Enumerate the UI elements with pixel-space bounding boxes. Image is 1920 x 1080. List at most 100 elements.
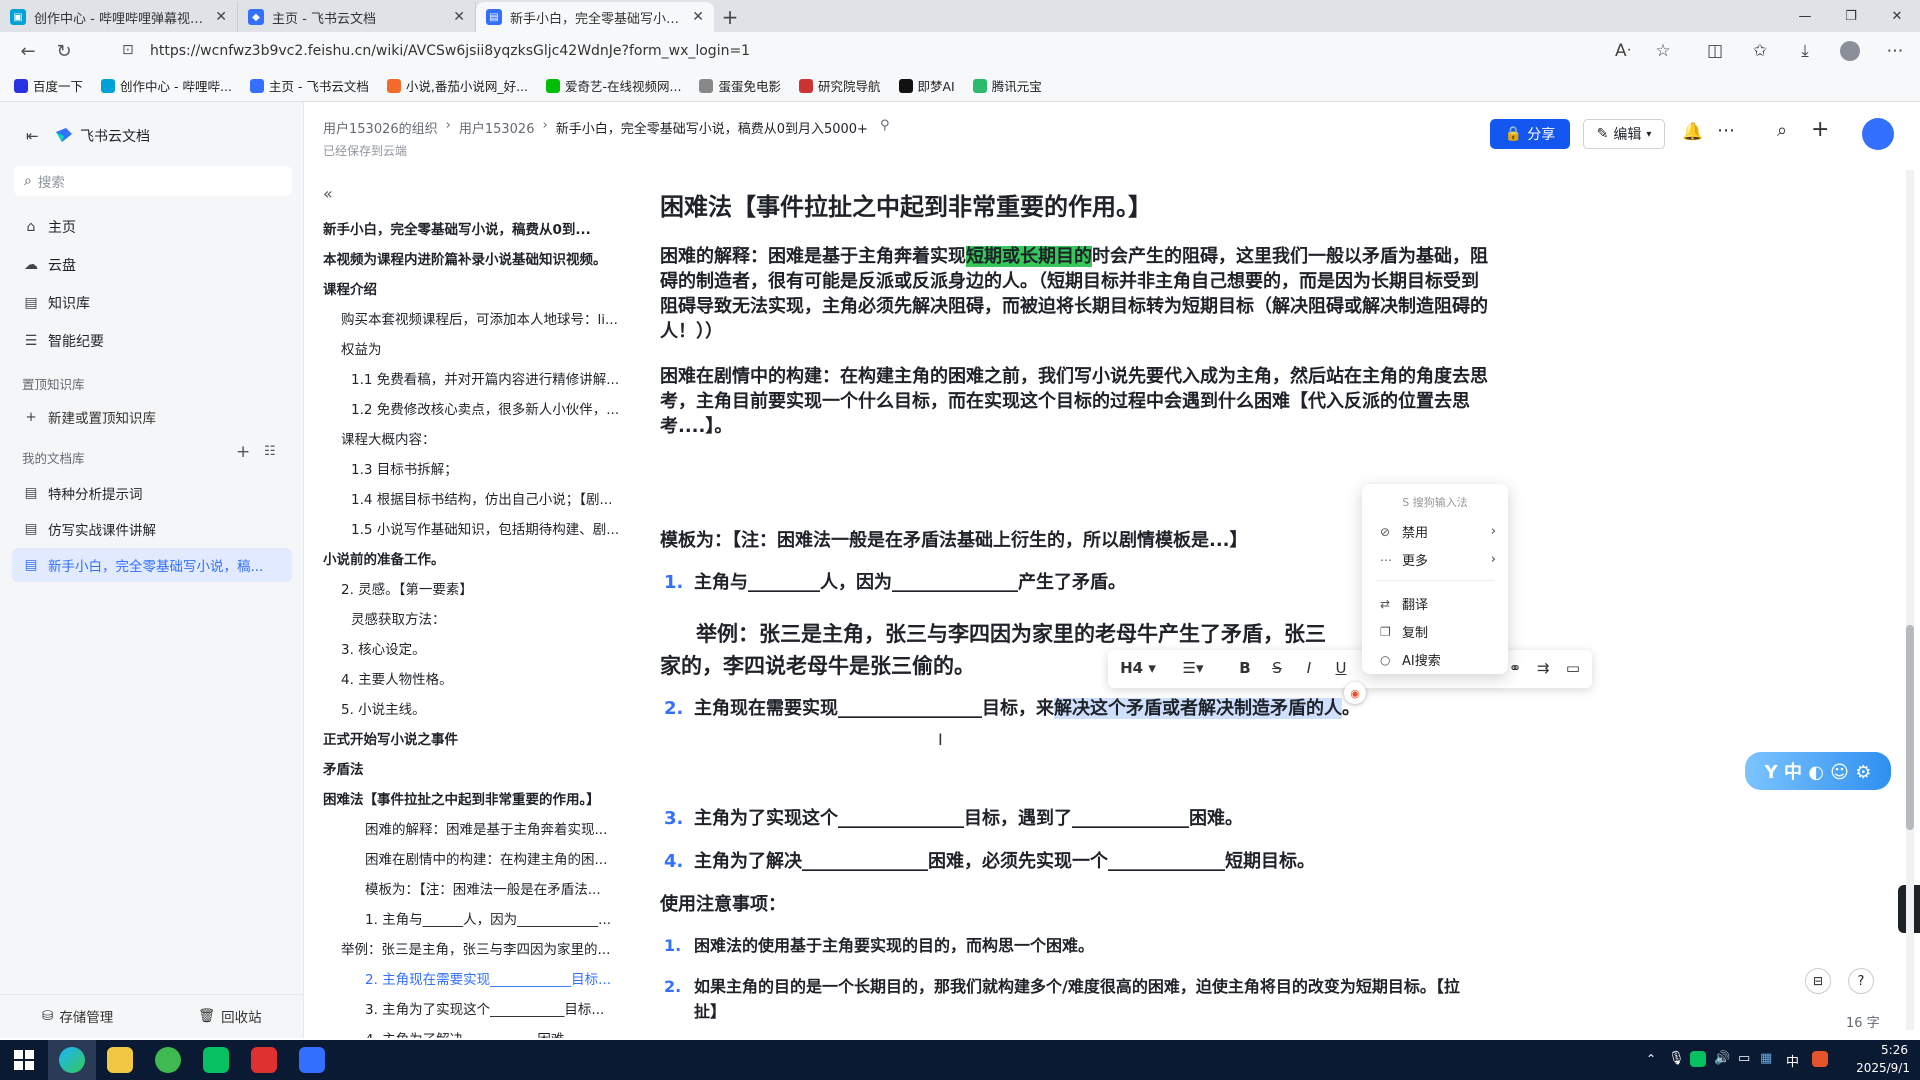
sidebar-item-drive[interactable]: ☁ 云盘: [12, 248, 292, 282]
outline-item[interactable]: 1.3 目标书拆解；: [351, 458, 635, 478]
outline-item[interactable]: 模板为：【注：困难法一般是在矛盾法...: [365, 878, 635, 898]
site-info-icon[interactable]: ⊡: [122, 42, 134, 58]
volume-icon[interactable]: 🔊: [1714, 1051, 1730, 1066]
search-icon[interactable]: ⌕: [1777, 120, 1787, 141]
storage-management-button[interactable]: ⛁ 存储管理: [42, 1006, 113, 1026]
video-recorder-icon[interactable]: [240, 1040, 288, 1080]
breadcrumb-item[interactable]: 新手小白，完全零基础写小说，稿费从0到月入5000+: [556, 118, 868, 137]
clock-date[interactable]: 2025/9/1: [1846, 1061, 1910, 1075]
browser-menu-icon[interactable]: ⋯: [1880, 36, 1910, 66]
favorites-icon[interactable]: ✩: [1745, 36, 1775, 66]
split-screen-icon[interactable]: ◫: [1700, 36, 1730, 66]
outline-item[interactable]: 4. 主角为了解决___________困难...: [365, 1028, 635, 1038]
user-avatar[interactable]: [1862, 118, 1894, 150]
menu-item-copy[interactable]: ❐ 复制: [1380, 622, 1496, 642]
ime-indicator[interactable]: 中: [1786, 1051, 1799, 1070]
outline-item[interactable]: 新手小白，完全零基础写小说，稿费从0到...: [323, 218, 623, 238]
profile-avatar-icon[interactable]: [1835, 36, 1865, 66]
restore-button[interactable]: ❐: [1828, 0, 1874, 32]
doc-scrollbar-thumb[interactable]: [1906, 625, 1914, 830]
doc-info-icon[interactable]: ⊟: [1805, 968, 1831, 994]
bookmark-bilibili[interactable]: 创作中心 - 哔哩哔...: [101, 76, 232, 95]
outline-item[interactable]: 课程大概内容：: [341, 428, 635, 448]
wechat-icon[interactable]: [192, 1040, 240, 1080]
breadcrumb-item[interactable]: 用户153026: [459, 118, 535, 137]
outline-item[interactable]: 权益为: [341, 338, 635, 358]
new-tab-button[interactable]: +: [714, 2, 746, 32]
breadcrumb-item[interactable]: 用户153026的组织: [323, 118, 438, 137]
outline-item[interactable]: 正式开始写小说之事件: [323, 728, 623, 748]
add-doc-icon[interactable]: +: [236, 442, 250, 462]
sogou-tray-icon[interactable]: [1812, 1051, 1828, 1067]
outline-item[interactable]: 1.2 免费修改核心卖点，很多新人小伙伴，...: [351, 398, 635, 418]
heading-level-dropdown[interactable]: H4 ▾: [1116, 659, 1160, 677]
menu-item-more[interactable]: ⋯ 更多 ›: [1380, 550, 1496, 569]
recycle-bin-button[interactable]: 🗑 回收站: [198, 1006, 262, 1026]
notification-bell-icon[interactable]: 🔔: [1682, 122, 1703, 142]
task-view-icon[interactable]: ▦: [1760, 1051, 1772, 1066]
bookmark-feishu[interactable]: 主页 - 飞书云文档: [249, 76, 369, 95]
minimize-button[interactable]: —: [1782, 0, 1828, 32]
italic-icon[interactable]: I: [1298, 659, 1320, 677]
outline-item[interactable]: 小说前的准备工作。: [323, 548, 623, 568]
microphone-icon[interactable]: 🎙: [1668, 1051, 1685, 1066]
help-icon[interactable]: ?: [1848, 968, 1874, 994]
comment-icon[interactable]: ▭: [1562, 659, 1584, 677]
outline-item[interactable]: 1.1 免费看稿，并对开篇内容进行精修讲解...: [351, 368, 635, 388]
downloads-icon[interactable]: ⤓: [1790, 36, 1820, 66]
sidebar-doc-item-active[interactable]: ▤ 新手小白，完全零基础写小说，稿...: [12, 548, 292, 582]
sidebar-item-home[interactable]: ⌂ 主页: [12, 210, 292, 244]
text-wrap-icon[interactable]: ⇉: [1532, 659, 1554, 677]
outline-item[interactable]: 矛盾法: [323, 758, 623, 778]
outline-item[interactable]: 困难法【事件拉扯之中起到非常重要的作用。】: [323, 788, 623, 808]
browser-tab-current-doc[interactable]: ▤ 新手小白，完全零基础写小说，稿... ✕: [476, 2, 714, 32]
outline-item[interactable]: 3. 核心设定。: [341, 638, 635, 658]
pin-icon[interactable]: ⚲: [880, 118, 890, 137]
tray-wechat-icon[interactable]: [1690, 1051, 1706, 1067]
outline-item[interactable]: 1.4 根据目标书结构，仿出自己小说；【剧...: [351, 488, 635, 508]
bookmark-fanqie[interactable]: 小说,番茄小说网_好...: [386, 76, 528, 95]
windows-start-icon[interactable]: [0, 1040, 48, 1080]
bookmark-jimeng[interactable]: 即梦AI: [898, 76, 955, 95]
browser-tab-feishu-home[interactable]: ◆ 主页 - 飞书云文档 ✕: [238, 2, 476, 32]
sidebar-item-wiki[interactable]: ▤ 知识库: [12, 286, 292, 320]
outline-item[interactable]: 课程介绍: [323, 278, 623, 298]
outline-item[interactable]: 灵感获取方法：: [351, 608, 635, 628]
outline-item[interactable]: 4. 主要人物性格。: [341, 668, 635, 688]
file-explorer-icon[interactable]: [96, 1040, 144, 1080]
outline-item[interactable]: 3. 主角为了实现这个___________目标...: [365, 998, 635, 1018]
collapse-outline-icon[interactable]: «: [323, 184, 333, 203]
outline-item[interactable]: 举例：张三是主角，张三与李四因为家里的...: [341, 938, 635, 958]
outline-item[interactable]: 1. 主角与______人，因为____________...: [365, 908, 635, 928]
plus-icon[interactable]: +: [1811, 117, 1829, 142]
browser-app-icon[interactable]: [144, 1040, 192, 1080]
clock-time[interactable]: 5:26: [1864, 1043, 1908, 1057]
outline-item[interactable]: 困难的解释：困难是基于主角奔着实现...: [365, 818, 635, 838]
bookmark-iqiyi[interactable]: 爱奇艺-在线视频网...: [546, 76, 681, 95]
underline-icon[interactable]: U: [1330, 659, 1352, 677]
strikethrough-icon[interactable]: S: [1266, 659, 1288, 677]
outline-item[interactable]: 5. 小说主线。: [341, 698, 635, 718]
favorite-star-icon[interactable]: ☆: [1648, 36, 1678, 66]
outline-item[interactable]: 2. 主角现在需要实现____________目标...: [365, 968, 635, 988]
bookmark-movie[interactable]: 蛋蛋免电影: [699, 76, 781, 95]
outline-item[interactable]: 1.5 小说写作基础知识，包括期待构建、剧...: [351, 518, 635, 538]
bookmark-yuanbao[interactable]: 腾讯元宝: [972, 76, 1042, 95]
edit-mode-dropdown[interactable]: ✎ 编辑 ▾: [1583, 119, 1665, 149]
sidebar-doc-item[interactable]: ▤ 仿写实战课件讲解: [12, 512, 292, 546]
feishu-app-icon[interactable]: [288, 1040, 336, 1080]
menu-item-translate[interactable]: ⇄ 翻译: [1380, 594, 1496, 614]
more-options-icon[interactable]: ⋯: [1717, 120, 1735, 141]
bold-icon[interactable]: B: [1234, 659, 1256, 677]
tab-close-icon[interactable]: ✕: [453, 9, 465, 25]
outline-item[interactable]: 困难在剧情中的构建：在构建主角的困...: [365, 848, 635, 868]
new-pinned-library-button[interactable]: + 新建或置顶知识库: [12, 400, 292, 434]
outline-item[interactable]: 2. 灵感。【第一要素】: [341, 578, 635, 598]
align-dropdown[interactable]: ☰▾: [1176, 659, 1210, 677]
bookmark-baidu[interactable]: 百度一下: [14, 76, 83, 95]
menu-item-ai-search[interactable]: ○ AI搜索: [1380, 650, 1496, 670]
search-input[interactable]: ⌕ 搜索: [14, 166, 292, 196]
menu-item-disable[interactable]: ⊘ 禁用 ›: [1380, 522, 1496, 541]
address-bar[interactable]: ⊡ https://wcnfwz3b9vc2.feishu.cn/wiki/AV…: [110, 36, 1680, 66]
edge-browser-icon[interactable]: [48, 1040, 96, 1080]
